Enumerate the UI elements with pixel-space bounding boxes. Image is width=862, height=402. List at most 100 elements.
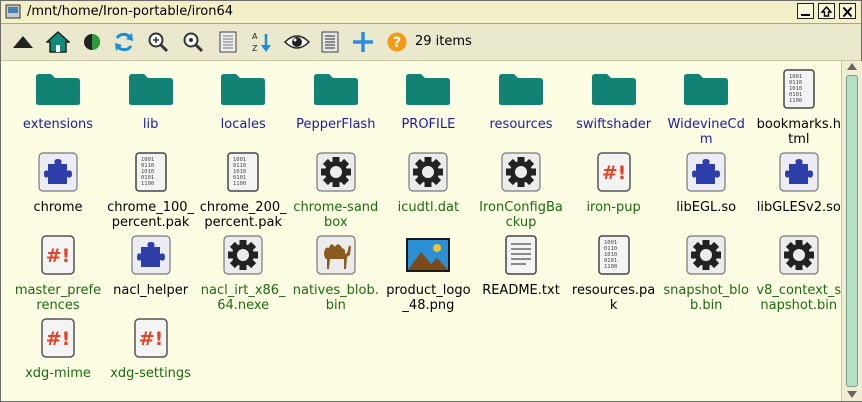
zoom-in-button[interactable] — [145, 29, 171, 55]
file-name-label[interactable]: README.txt — [475, 283, 567, 298]
minimize-button[interactable] — [797, 3, 814, 19]
folder-icon[interactable] — [382, 67, 474, 111]
file-name-label[interactable]: PROFILE — [382, 117, 474, 132]
scrollbar-thumb[interactable] — [846, 75, 858, 387]
folder-icon[interactable] — [105, 67, 197, 111]
file-name-label[interactable]: resources — [475, 117, 567, 132]
file-item[interactable]: #! xdg-mime — [12, 316, 104, 381]
refresh-button[interactable] — [111, 29, 137, 55]
puzzle-icon[interactable] — [753, 150, 845, 194]
maximize-button[interactable] — [818, 3, 835, 19]
file-item[interactable]: chrome — [12, 150, 104, 215]
image-icon[interactable] — [382, 233, 474, 277]
help-button[interactable]: ? — [384, 29, 410, 55]
script-icon[interactable]: #! — [105, 316, 197, 360]
file-item[interactable]: nacl_irt_x86_64.nexe — [197, 233, 289, 313]
file-name-label[interactable]: IronConfigBackup — [475, 200, 567, 230]
file-item[interactable]: PROFILE — [382, 67, 474, 132]
new-button[interactable] — [350, 29, 376, 55]
binary-file-icon[interactable]: 1001 0110 1010 0101 1100 — [105, 150, 197, 194]
script-icon[interactable]: #! — [12, 316, 104, 360]
file-name-label[interactable]: PepperFlash — [290, 117, 382, 132]
file-item[interactable]: 1001 0110 1010 0101 1100 bookmarks.html — [753, 67, 845, 147]
file-item[interactable]: locales — [197, 67, 289, 132]
file-item[interactable]: libEGL.so — [660, 150, 752, 215]
vertical-scrollbar[interactable] — [841, 61, 862, 401]
file-item[interactable]: 1001 0110 1010 0101 1100 resources.pak — [568, 233, 660, 313]
binary-file-icon[interactable]: 1001 0110 1010 0101 1100 — [753, 67, 845, 111]
file-item[interactable]: IronConfigBackup — [475, 150, 567, 230]
file-name-label[interactable]: extensions — [12, 117, 104, 132]
file-name-label[interactable]: product_logo_48.png — [382, 283, 474, 313]
script-icon[interactable]: #! — [12, 233, 104, 277]
file-name-label[interactable]: chrome_100_percent.pak — [105, 200, 197, 230]
file-item[interactable]: 1001 0110 1010 0101 1100 chrome_200_percent.p… — [197, 150, 289, 230]
file-name-label[interactable]: chrome — [12, 200, 104, 215]
file-name-label[interactable]: nacl_irt_x86_64.nexe — [197, 283, 289, 313]
file-item[interactable]: #! iron-pup — [568, 150, 660, 215]
gear-icon[interactable] — [753, 233, 845, 277]
file-name-label[interactable]: resources.pak — [568, 283, 660, 313]
sort-button[interactable]: AZ — [249, 29, 275, 55]
gear-icon[interactable] — [660, 233, 752, 277]
file-grid[interactable]: extensions lib locales PepperFlash PROFILE re… — [1, 61, 841, 401]
puzzle-icon[interactable] — [12, 150, 104, 194]
file-name-label[interactable]: lib — [105, 117, 197, 132]
home-button[interactable] — [45, 29, 71, 55]
gear-icon[interactable] — [197, 233, 289, 277]
file-item[interactable]: product_logo_48.png — [382, 233, 474, 313]
gear-icon[interactable] — [475, 150, 567, 194]
file-name-label[interactable]: locales — [197, 117, 289, 132]
file-name-label[interactable]: icudtl.dat — [382, 200, 474, 215]
file-name-label[interactable]: chrome_200_percent.pak — [197, 200, 289, 230]
text-file-icon[interactable] — [475, 233, 567, 277]
file-item[interactable]: README.txt — [475, 233, 567, 298]
file-item[interactable]: PepperFlash — [290, 67, 382, 132]
file-item[interactable]: nacl_helper — [105, 233, 197, 298]
file-name-label[interactable]: natives_blob.bin — [290, 283, 382, 313]
folder-icon[interactable] — [475, 67, 567, 111]
binary-file-icon[interactable]: 1001 0110 1010 0101 1100 — [568, 233, 660, 277]
file-item[interactable]: extensions — [12, 67, 104, 132]
title-bar[interactable]: /mnt/home/Iron-portable/iron64 — [1, 1, 861, 24]
file-name-label[interactable]: WidevineCdm — [660, 117, 752, 147]
file-item[interactable]: v8_context_snapshot.bin — [753, 233, 845, 313]
zoom-out-button[interactable] — [180, 29, 206, 55]
file-name-label[interactable]: v8_context_snapshot.bin — [753, 283, 845, 313]
puzzle-icon[interactable] — [660, 150, 752, 194]
file-name-label[interactable]: nacl_helper — [105, 283, 197, 298]
select-button[interactable] — [317, 29, 343, 55]
file-name-label[interactable]: xdg-settings — [105, 366, 197, 381]
file-item[interactable]: WidevineCdm — [660, 67, 752, 147]
file-name-label[interactable]: bookmarks.html — [753, 117, 845, 147]
details-view-button[interactable] — [215, 29, 241, 55]
file-item[interactable]: natives_blob.bin — [290, 233, 382, 313]
file-name-label[interactable]: swiftshader — [568, 117, 660, 132]
binary-file-icon[interactable]: 1001 0110 1010 0101 1100 — [197, 150, 289, 194]
file-item[interactable]: #! xdg-settings — [105, 316, 197, 381]
file-item[interactable]: 1001 0110 1010 0101 1100 chrome_100_percent.p… — [105, 150, 197, 230]
camel-icon[interactable] — [290, 233, 382, 277]
file-name-label[interactable]: master_preferences — [12, 283, 104, 313]
folder-icon[interactable] — [12, 67, 104, 111]
file-item[interactable]: icudtl.dat — [382, 150, 474, 215]
folder-icon[interactable] — [660, 67, 752, 111]
script-icon[interactable]: #! — [568, 150, 660, 194]
close-button[interactable] — [839, 3, 856, 19]
folder-icon[interactable] — [197, 67, 289, 111]
file-name-label[interactable]: iron-pup — [568, 200, 660, 215]
gear-icon[interactable] — [290, 150, 382, 194]
file-item[interactable]: resources — [475, 67, 567, 132]
file-name-label[interactable]: xdg-mime — [12, 366, 104, 381]
file-item[interactable]: chrome-sandbox — [290, 150, 382, 230]
show-hidden-button[interactable] — [284, 29, 310, 55]
file-name-label[interactable]: chrome-sandbox — [290, 200, 382, 230]
folder-icon[interactable] — [290, 67, 382, 111]
file-name-label[interactable]: libGLESv2.so — [753, 200, 845, 215]
scroll-up-arrow-icon[interactable] — [847, 63, 857, 70]
file-name-label[interactable]: libEGL.so — [660, 200, 752, 215]
bookmarks-button[interactable] — [79, 29, 105, 55]
go-up-button[interactable] — [10, 29, 36, 55]
file-name-label[interactable]: snapshot_blob.bin — [660, 283, 752, 313]
file-item[interactable]: libGLESv2.so — [753, 150, 845, 215]
